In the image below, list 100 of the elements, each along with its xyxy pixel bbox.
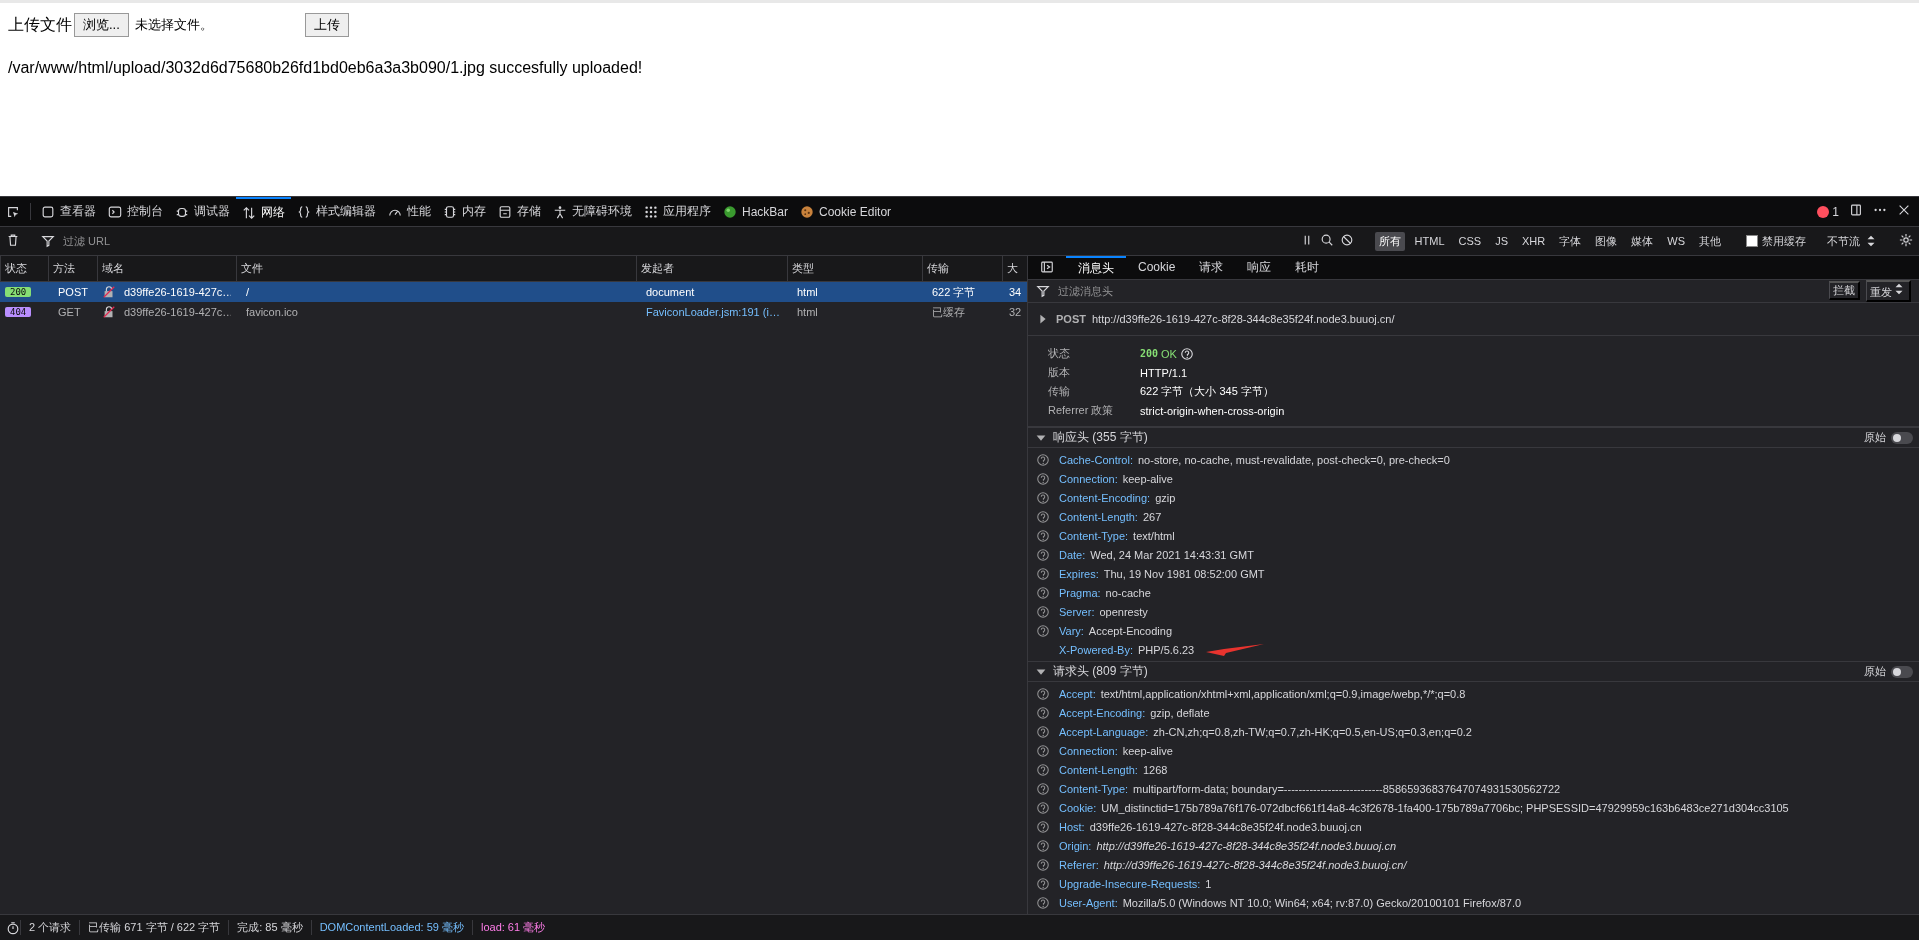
devtools-tab[interactable]: 内存 (437, 197, 492, 226)
header-value: text/html (1133, 529, 1175, 542)
devtools-tab[interactable]: 无障碍环境 (547, 197, 638, 226)
throttle-dropdown[interactable]: 不节流 (1827, 233, 1878, 249)
devtools-tab[interactable]: 存储 (492, 197, 547, 226)
type-filter-button[interactable]: 图像 (1591, 231, 1622, 251)
devtools-tab[interactable]: 样式编辑器 (291, 197, 382, 226)
summary-value: HTTP/1.1 (1140, 366, 1188, 379)
column-header[interactable]: 大 (1002, 256, 1027, 281)
type-filter-button[interactable]: 字体 (1555, 231, 1586, 251)
header-value: 1 (1205, 877, 1212, 890)
trash-icon (6, 232, 20, 247)
search-icon (1319, 232, 1334, 247)
header-name: Content-Type: (1059, 782, 1129, 795)
devtools-tab[interactable]: 性能 (382, 197, 437, 226)
status-badge: 404 (5, 307, 32, 317)
storage-icon (498, 204, 512, 219)
upload-button[interactable]: 上传 (304, 13, 349, 37)
type-text: html (796, 306, 819, 318)
size-text: 32 (1008, 306, 1023, 318)
header-value: multipart/form-data; boundary=---------------------------85865936837647074931530562722 (1133, 782, 1561, 795)
type-filter-button[interactable]: XHR (1518, 233, 1550, 249)
devtools-tab[interactable]: HackBar (717, 197, 794, 226)
inspector-icon (41, 204, 55, 219)
column-header[interactable]: 发起者 (636, 256, 787, 281)
filter-icon (1036, 283, 1050, 298)
type-filter-button[interactable]: JS (1491, 233, 1513, 249)
type-filter-button[interactable]: 媒体 (1627, 231, 1658, 251)
details-tab[interactable]: Cookie (1126, 256, 1188, 279)
header-value: text/html,application/xhtml+xml,application/xml;q=0.9,image/webp,*/*;q=0.8 (1100, 687, 1466, 700)
initiator-link[interactable]: FaviconLoader.jsm:191 (i… (641, 306, 782, 318)
header-value: Thu, 19 Nov 1981 08:52:00 GMT (1103, 567, 1265, 580)
details-tab[interactable]: 响应 (1235, 256, 1284, 279)
header-name: Vary: (1059, 624, 1084, 637)
up-down-arrows-icon (242, 205, 256, 220)
header-name: Accept-Language: (1059, 725, 1149, 738)
request-row[interactable]: 200 POST d39ffe26-1619-427c… / document html 622 字节 34 (0, 282, 1027, 302)
picker-icon (6, 204, 20, 219)
header-value: 1268 (1142, 763, 1168, 776)
upload-message: /var/www/html/upload/3032d6d75680b26fd1bd0eb6a3a3b090/1.jpg succesfully uploaded! (8, 59, 644, 77)
request-url: http://d39ffe26-1619-427c-8f28-344c8e35f24f.node3.buuoj.cn/ (1091, 312, 1395, 325)
header-value: no-store, no-cache, must-revalidate, post-check=0, pre-check=0 (1138, 453, 1450, 466)
blocked-circle-icon (1339, 232, 1354, 247)
raw-toggle[interactable] (1891, 431, 1913, 444)
devtools-tab[interactable]: Cookie Editor (794, 197, 898, 226)
raw-toggle[interactable] (1891, 665, 1913, 678)
stopwatch-icon (6, 920, 20, 935)
header-name: Cache-Control: (1059, 453, 1133, 466)
initiator-text: document (645, 286, 696, 298)
summary-label: 状态 (1048, 346, 1071, 362)
column-header[interactable]: 传输 (922, 256, 1002, 281)
header-name: Upgrade-Insecure-Requests: (1059, 877, 1201, 890)
type-filter-button[interactable]: WS (1663, 233, 1689, 249)
block-request-button[interactable]: 拦截 (1829, 281, 1860, 301)
browse-button[interactable]: 浏览... (74, 13, 129, 37)
request-row[interactable]: 404 GET d39ffe26-1619-427c… favicon.ico FaviconLoader.jsm:191 (i… html 已缓存 32 (0, 302, 1027, 322)
type-text: html (796, 286, 819, 298)
devtools-tab[interactable]: 调试器 (169, 197, 236, 226)
column-header[interactable]: 文件 (236, 256, 636, 281)
column-header[interactable]: 域名 (97, 256, 236, 281)
resend-button[interactable]: 重发 (1866, 279, 1911, 302)
upload-label: 上传文件 (8, 14, 72, 35)
type-filter-button[interactable]: CSS (1454, 233, 1486, 249)
checkbox[interactable] (1746, 235, 1758, 247)
header-name: X-Powered-By: (1059, 643, 1133, 656)
header-name: Server: (1059, 605, 1095, 618)
header-value: 267 (1142, 510, 1162, 523)
header-filter-field[interactable]: 过滤消息头 (1056, 283, 1823, 298)
column-header[interactable]: 类型 (787, 256, 922, 281)
section-title[interactable]: 响应头 (355 字节) (1053, 429, 1148, 447)
file-text: favicon.ico (245, 306, 299, 318)
section-title[interactable]: 请求头 (809 字节) (1053, 663, 1148, 681)
type-filter-button[interactable]: HTML (1410, 233, 1449, 249)
person-icon (553, 204, 567, 219)
column-header[interactable]: 方法 (48, 256, 97, 281)
type-filter-button[interactable]: 其他 (1695, 231, 1725, 251)
status-text: DOMContentLoaded: 59 毫秒 (310, 920, 472, 935)
details-tab[interactable]: 耗时 (1283, 256, 1332, 279)
devtools-tab[interactable]: 查看器 (35, 197, 102, 226)
devtools-tab[interactable]: 应用程序 (638, 197, 717, 226)
summary-label: Referrer 政策 (1048, 403, 1115, 419)
details-tab[interactable]: 请求 (1187, 256, 1236, 279)
cookie-icon (800, 204, 814, 219)
header-name: Host: (1059, 820, 1085, 833)
url-filter-field[interactable]: 过滤 URL (61, 234, 1294, 248)
settings-icon (1899, 232, 1913, 247)
status-badge: 200 (5, 287, 32, 297)
header-value: gzip (1155, 491, 1176, 504)
crossed-lock-icon (102, 285, 116, 299)
status-text: 完成: 85 毫秒 (228, 920, 311, 935)
devtools-tab[interactable]: 控制台 (102, 197, 169, 226)
type-filter-button[interactable]: 所有 (1374, 231, 1405, 251)
header-name: Pragma: (1059, 586, 1101, 599)
header-value: gzip, deflate (1150, 706, 1210, 719)
method-text: POST (57, 286, 89, 298)
braces-icon (297, 204, 311, 219)
column-header[interactable]: 状态 (0, 256, 48, 281)
header-name: Referer: (1059, 858, 1099, 871)
details-tab[interactable]: 消息头 (1066, 256, 1126, 279)
header-value: Accept-Encoding (1088, 624, 1173, 637)
